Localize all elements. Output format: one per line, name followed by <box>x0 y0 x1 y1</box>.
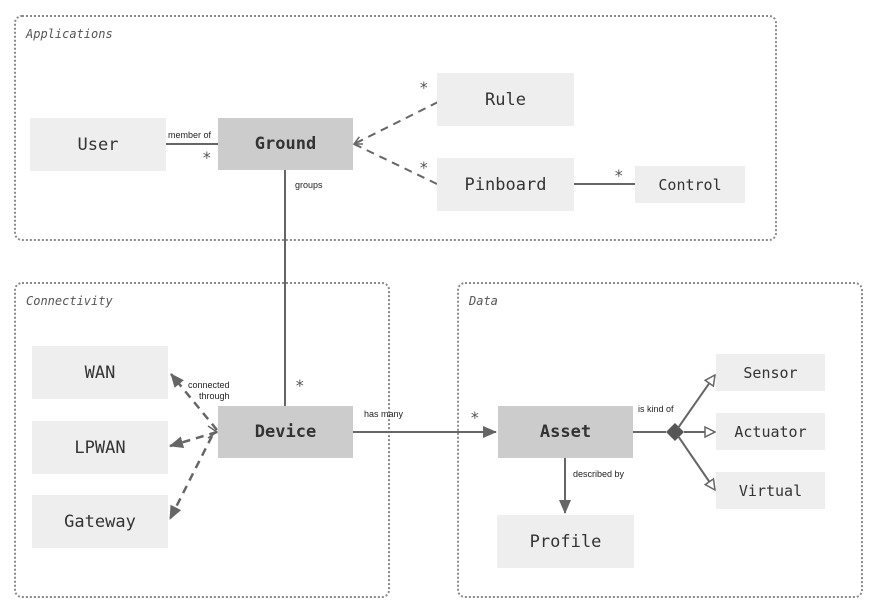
node-device[interactable]: Device <box>218 406 353 458</box>
label-has-many: has many <box>364 409 404 419</box>
label-is-kind-of: is kind of <box>638 404 674 414</box>
node-gateway[interactable]: Gateway <box>32 495 168 548</box>
node-sensor[interactable]: Sensor <box>716 354 825 391</box>
label-groups: groups <box>295 180 323 190</box>
node-virtual[interactable]: Virtual <box>716 472 825 509</box>
label-connected: connected <box>188 380 230 390</box>
multiplicity-control: * <box>614 166 624 185</box>
node-lpwan[interactable]: LPWAN <box>32 421 168 474</box>
multiplicity-asset: * <box>470 408 480 427</box>
edge-device-gateway <box>168 435 214 520</box>
node-pinboard[interactable]: Pinboard <box>437 158 574 211</box>
node-wan[interactable]: WAN <box>32 346 168 399</box>
node-control[interactable]: Control <box>635 166 745 203</box>
multiplicity-pinboard: * <box>419 158 429 177</box>
node-rule[interactable]: Rule <box>437 73 574 126</box>
node-profile[interactable]: Profile <box>497 515 634 568</box>
edge-ground-rule <box>354 101 439 145</box>
multiplicity-rule: * <box>419 78 429 97</box>
edge-kind-sensor <box>677 375 715 429</box>
edge-kind-virtual <box>677 435 715 490</box>
node-actuator[interactable]: Actuator <box>716 413 825 450</box>
multiplicity-device: * <box>295 376 305 395</box>
multiplicity-ground-user: * <box>202 148 212 167</box>
generalization-diamond-icon <box>666 423 684 441</box>
label-described-by: described by <box>573 469 625 479</box>
node-user[interactable]: User <box>30 118 166 171</box>
label-member-of: member of <box>168 130 212 140</box>
label-through: through <box>199 391 230 401</box>
node-asset[interactable]: Asset <box>498 406 633 458</box>
node-ground[interactable]: Ground <box>218 118 353 170</box>
